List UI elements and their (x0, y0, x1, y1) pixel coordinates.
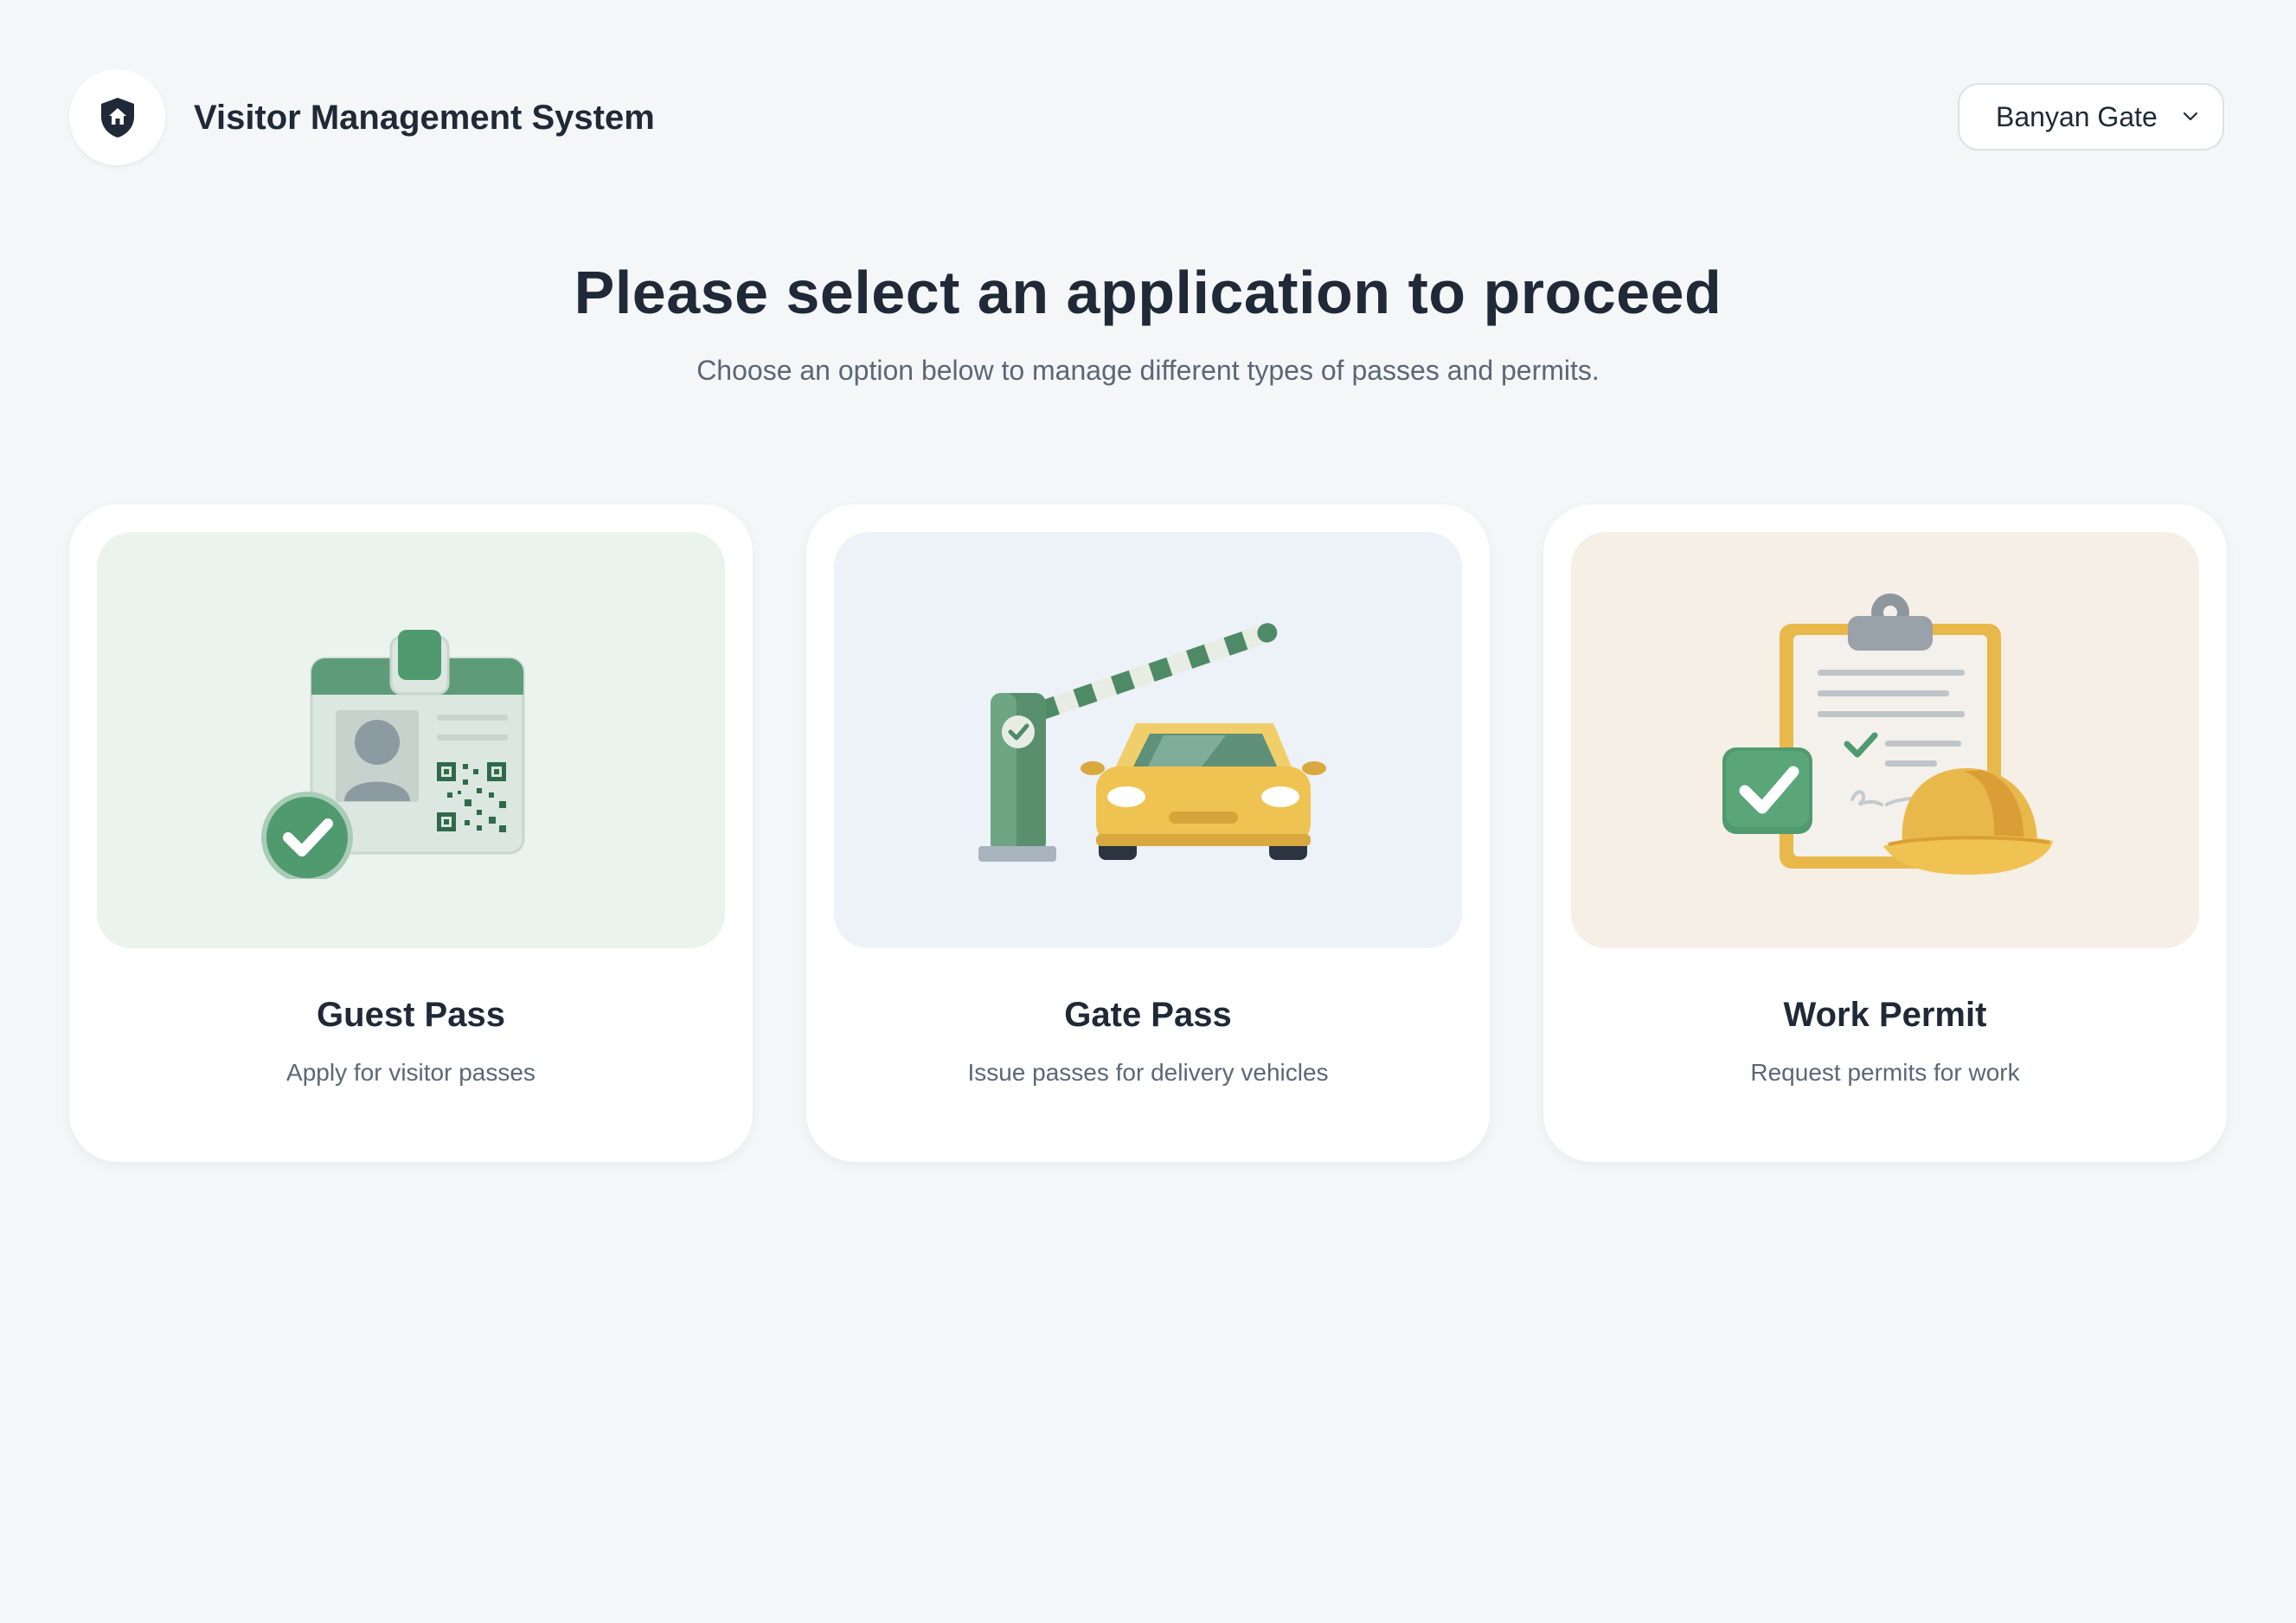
guest-pass-illustration (97, 532, 725, 948)
guest-pass-title: Guest Pass (317, 996, 505, 1034)
chevron-down-icon (2179, 106, 2202, 128)
location-select[interactable]: Banyan Gate (1958, 83, 2224, 151)
page-heading: Please select an application to proceed (574, 259, 1722, 326)
logo (69, 69, 165, 165)
work-permit-title: Work Permit (1783, 996, 1987, 1034)
guest-pass-card[interactable]: Guest Pass Apply for visitor passes (69, 504, 753, 1162)
gate-pass-card[interactable]: Gate Pass Issue passes for delivery vehi… (806, 504, 1490, 1162)
work-permit-description: Request permits for work (1750, 1059, 2020, 1086)
page-subheading: Choose an option below to manage differe… (696, 355, 1600, 386)
app-title: Visitor Management System (194, 99, 655, 137)
gate-pass-description: Issue passes for delivery vehicles (967, 1059, 1329, 1086)
location-select-value: Banyan Gate (1996, 100, 2158, 132)
id-badge-icon (261, 629, 525, 879)
work-permit-illustration (1571, 532, 2199, 948)
shield-home-icon (100, 97, 134, 138)
clipboard-hardhat-icon (1722, 593, 2053, 875)
work-permit-card[interactable]: Work Permit Request permits for work (1543, 504, 2227, 1162)
guest-pass-description: Apply for visitor passes (286, 1059, 536, 1086)
gate-pass-illustration (834, 532, 1462, 948)
gate-barrier-car-icon (978, 622, 1326, 862)
gate-pass-title: Gate Pass (1064, 996, 1232, 1034)
